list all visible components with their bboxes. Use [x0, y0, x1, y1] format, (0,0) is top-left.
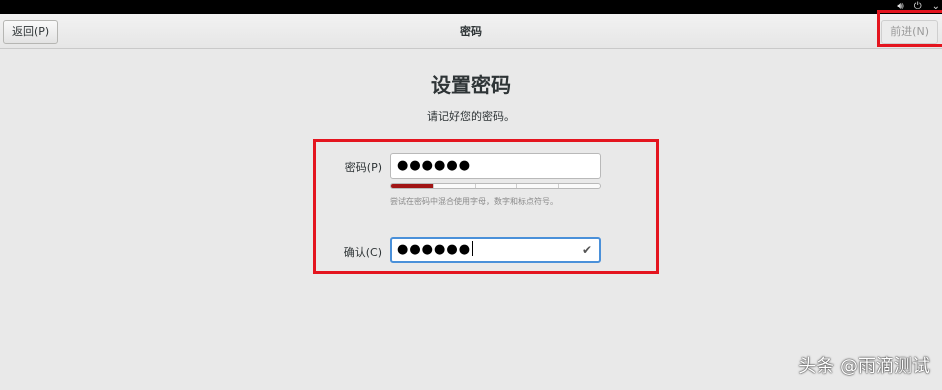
- strength-fill: [391, 184, 433, 188]
- watermark: 头条 @雨滴测试: [798, 356, 930, 377]
- password-label: 密码(P): [344, 161, 382, 174]
- page-subtitle: 请记好您的密码。: [427, 110, 515, 123]
- checkmark-icon: ✔: [581, 243, 592, 257]
- strength-segment: [474, 184, 476, 188]
- confirm-label: 确认(C): [343, 246, 382, 259]
- system-top-bar: 🔊︎ ⏻ ⌄: [0, 0, 942, 14]
- password-value: ●●●●●●: [397, 158, 472, 173]
- header-title: 密码: [460, 25, 482, 38]
- password-field[interactable]: ●●●●●●: [390, 153, 601, 179]
- strength-segment: [516, 184, 518, 188]
- page-title: 设置密码: [431, 73, 511, 97]
- confirm-password-field[interactable]: ●●●●●● ✔: [390, 237, 601, 263]
- password-strength-meter: [390, 183, 601, 189]
- header-bar: 返回(P) 密码 前进(N): [0, 14, 942, 49]
- strength-segment: [558, 184, 560, 188]
- strength-segment: [432, 184, 434, 188]
- confirm-value: ●●●●●●: [397, 242, 472, 257]
- password-hint: 尝试在密码中混合使用字母，数字和标点符号。: [390, 197, 558, 206]
- highlight-box-next: [877, 10, 942, 47]
- text-caret: [472, 241, 474, 256]
